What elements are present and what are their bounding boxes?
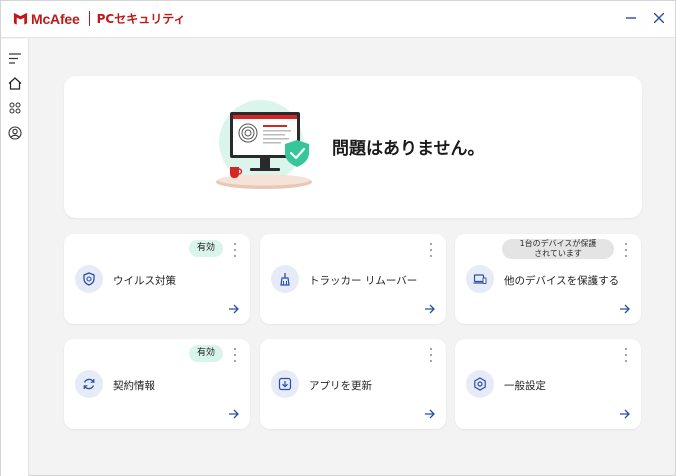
minimize-button[interactable] [621, 8, 641, 28]
card-tracker-remover[interactable]: トラッカー リムーバー [260, 234, 446, 324]
card-label: ウイルス対策 [113, 275, 176, 287]
product-name: PCセキュリティ [96, 12, 186, 26]
card-label: アプリを更新 [309, 380, 372, 392]
more-options-icon[interactable] [232, 243, 238, 257]
computer-security-illustration-icon [214, 96, 314, 196]
sidebar-item-menu[interactable] [5, 48, 25, 68]
badge-line-1: 1台のデバイスが保護 [519, 239, 597, 248]
close-button[interactable] [649, 8, 669, 28]
close-icon [654, 13, 664, 23]
arrow-right-icon[interactable] [619, 303, 631, 315]
shield-icon [75, 265, 103, 293]
card-label: 一般設定 [504, 380, 546, 392]
card-subscription-info[interactable]: 有効 契約情報 [64, 339, 250, 429]
status-badge: 有効 [189, 345, 224, 362]
card-update-app[interactable]: アプリを更新 [260, 339, 446, 429]
more-options-icon[interactable] [428, 243, 434, 257]
minimize-icon [626, 17, 636, 19]
settings-gear-icon [466, 370, 494, 398]
status-badge: 有効 [189, 240, 224, 257]
more-options-icon[interactable] [428, 348, 434, 362]
more-options-icon[interactable] [623, 243, 629, 257]
apps-grid-icon [9, 102, 21, 114]
arrow-right-icon[interactable] [619, 408, 631, 420]
devices-icon [466, 265, 494, 293]
arrow-right-icon[interactable] [424, 408, 436, 420]
arrow-right-icon[interactable] [228, 408, 240, 420]
brand: McAfee PCセキュリティ [13, 10, 185, 27]
arrow-right-icon[interactable] [228, 303, 240, 315]
card-label: トラッカー リムーバー [309, 275, 418, 287]
sidebar-item-account[interactable] [5, 123, 25, 143]
arrow-right-icon[interactable] [424, 303, 436, 315]
sidebar [1, 39, 29, 476]
home-icon [8, 76, 22, 90]
card-label: 他のデバイスを保護する [504, 275, 620, 287]
card-antivirus[interactable]: 有効 ウイルス対策 [64, 234, 250, 324]
refresh-icon [75, 370, 103, 398]
brand-name: McAfee [31, 10, 80, 27]
card-protect-other-devices[interactable]: 1台のデバイスが保護 されています 他のデバイスを保護する [455, 234, 641, 324]
status-message: 問題はありません。 [332, 139, 485, 159]
protection-status-panel: 問題はありません。 [64, 76, 642, 218]
title-bar: McAfee PCセキュリティ [1, 1, 675, 38]
app-window: McAfee PCセキュリティ 問題はありません。 有効 ウイルス対策 トラッカ… [0, 0, 676, 476]
menu-icon [9, 52, 21, 64]
brand-divider [88, 11, 90, 26]
sidebar-item-home[interactable] [5, 73, 25, 93]
card-label: 契約情報 [113, 380, 155, 392]
device-count-badge: 1台のデバイスが保護 されています [502, 239, 614, 259]
mcafee-logo-icon [13, 11, 28, 26]
more-options-icon[interactable] [623, 348, 629, 362]
sidebar-item-apps[interactable] [5, 98, 25, 118]
broom-icon [271, 265, 299, 293]
badge-line-2: されています [534, 249, 582, 258]
account-icon [8, 126, 22, 140]
card-general-settings[interactable]: 一般設定 [455, 339, 641, 429]
download-update-icon [271, 370, 299, 398]
more-options-icon[interactable] [232, 348, 238, 362]
